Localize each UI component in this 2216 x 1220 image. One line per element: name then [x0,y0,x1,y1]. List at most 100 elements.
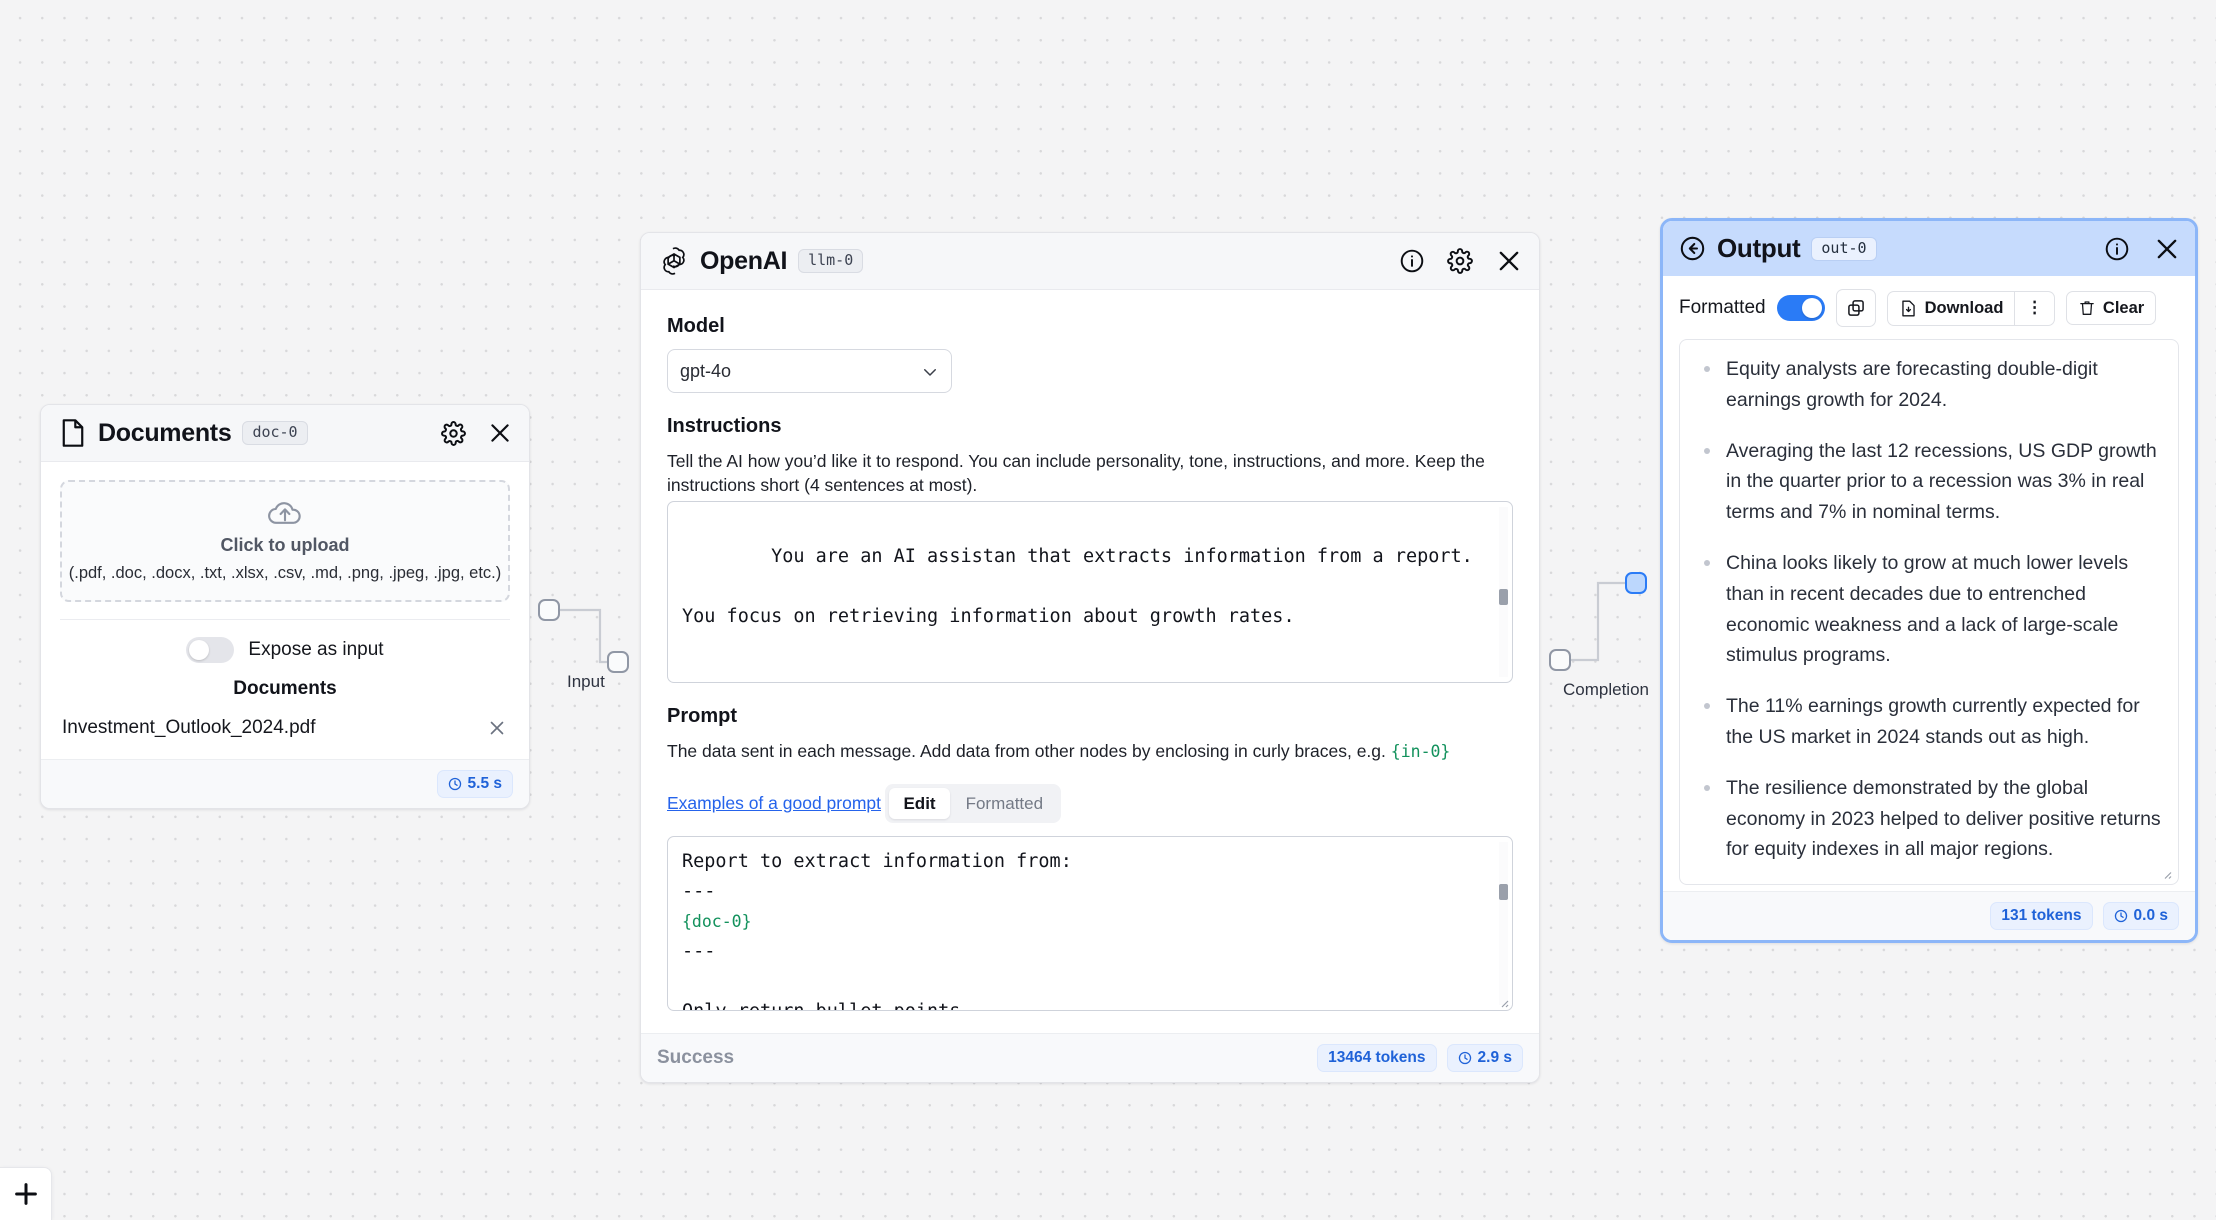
edge-label-input: Input [561,670,611,694]
gear-icon[interactable] [441,420,466,446]
clear-button[interactable]: Clear [2065,291,2157,325]
prompt-view-tabs[interactable]: Edit Formatted [885,784,1062,824]
handle-output-input[interactable] [1625,572,1647,594]
document-icon [59,418,87,448]
duration-value: 5.5 s [467,775,502,792]
documents-node-header[interactable]: Documents doc-0 [41,405,529,462]
clock-icon [448,777,462,791]
handle-openai-completion[interactable] [1549,649,1571,671]
prompt-help-token: {in-0} [1390,742,1451,762]
clock-icon [2114,909,2128,923]
more-options-button[interactable]: ⋮ [2015,290,2055,326]
tab-edit[interactable]: Edit [889,788,950,820]
documents-node[interactable]: Documents doc-0 Click to upload (.pdf, .… [40,404,530,809]
tokens-badge: 131 tokens [1990,902,2093,930]
download-button[interactable]: Download [1886,290,2016,326]
download-button-group[interactable]: Download ⋮ [1886,290,2055,326]
output-content-box[interactable]: Equity analysts are forecasting double-d… [1679,339,2179,885]
list-item[interactable]: Investment_Outlook_2024.pdf [60,704,510,759]
instructions-help: Tell the AI how you’d like it to respond… [667,451,1485,496]
instructions-scrollbar[interactable] [1499,507,1508,678]
file-name: Investment_Outlook_2024.pdf [62,717,316,738]
toggle-knob [189,640,210,660]
copy-button[interactable] [1835,289,1876,327]
handle-documents-output[interactable] [538,599,560,621]
prompt-label: Prompt [667,705,737,728]
documents-list-heading: Documents [233,678,337,699]
instructions-value: You are an AI assistan that extracts inf… [682,546,1473,628]
prompt-help-text: The data sent in each message. Add data … [667,741,1391,762]
output-node-tag: out-0 [1811,236,1877,261]
list-item: The resilience demonstrated by the globa… [1686,773,2168,884]
cloud-upload-icon [266,499,304,529]
status-text: Success [657,1046,735,1068]
back-arrow-icon[interactable] [1679,235,1706,262]
upload-dropzone[interactable]: Click to upload (.pdf, .doc, .docx, .txt… [60,480,510,602]
chevron-down-icon [921,363,939,381]
duration-badge: 0.0 s [2102,902,2179,930]
openai-node-title: OpenAI [700,246,788,275]
prompt-line-2: --- [682,881,716,903]
duration-value: 0.0 s [2133,907,2168,924]
prompt-line-6: Only return bullet points. [682,1001,972,1010]
info-icon[interactable] [2104,236,2130,262]
expose-as-input-toggle[interactable] [186,637,235,663]
openai-logo-icon [659,246,689,276]
remove-file-icon[interactable] [486,717,508,739]
edge-label-completion: Completion [1557,678,1655,702]
output-node-title: Output [1717,233,1801,263]
prompt-help: The data sent in each message. Add data … [667,739,1513,764]
canvas-toolbar[interactable] [0,1167,52,1220]
formatted-toggle[interactable] [1776,295,1825,321]
documents-node-tag: doc-0 [242,421,308,445]
resize-handle-icon[interactable] [2160,867,2172,879]
prompt-scrollbar[interactable] [1499,842,1508,1006]
duration-badge: 2.9 s [1446,1044,1523,1072]
upload-dropzone-hint: (.pdf, .doc, .docx, .txt, .xlsx, .csv, .… [68,564,502,582]
output-bullet-list: Equity analysts are forecasting double-d… [1686,354,2168,884]
formatted-label: Formatted [1679,297,1766,318]
close-icon[interactable] [2153,235,2181,263]
prompt-input[interactable]: Report to extract information from: --- … [667,836,1513,1012]
expose-as-input-row[interactable]: Expose as input [60,620,510,666]
documents-node-footer: 5.5 s [41,759,529,808]
expose-as-input-label: Expose as input [248,639,384,660]
output-node-header[interactable]: Output out-0 [1663,221,2195,276]
resize-handle-icon[interactable] [1497,996,1509,1008]
output-toolbar[interactable]: Formatted Download ⋮ Clear [1663,276,2195,339]
instructions-input[interactable]: You are an AI assistan that extracts inf… [667,501,1513,684]
instructions-label: Instructions [667,415,782,437]
workflow-canvas[interactable]: Input Completion Documents doc-0 Click t… [0,0,2216,1220]
prompt-token: {doc-0} [682,911,752,931]
close-icon[interactable] [1495,247,1523,275]
handle-openai-input[interactable] [607,651,629,673]
clock-icon [1458,1051,1472,1065]
openai-node[interactable]: OpenAI llm-0 Model gpt-4o Instructions T… [640,232,1540,1083]
gear-icon[interactable] [1447,248,1473,274]
openai-node-tag: llm-0 [798,249,864,273]
clear-label: Clear [2102,298,2145,317]
output-node[interactable]: Output out-0 Formatted Download ⋮ Clear … [1660,218,2198,943]
add-node-button[interactable] [0,1168,52,1220]
toggle-knob [1801,298,1822,318]
duration-badge: 5.5 s [436,770,513,798]
info-icon[interactable] [1399,248,1425,274]
prompt-examples-link[interactable]: Examples of a good prompt [667,793,881,814]
model-select-value: gpt-4o [680,360,732,381]
model-label: Model [667,315,725,337]
documents-node-title: Documents [98,418,232,447]
openai-node-header[interactable]: OpenAI llm-0 [641,233,1539,290]
list-item: China looks likely to grow at much lower… [1686,548,2168,691]
trash-icon [2078,299,2096,317]
prompt-line-4: --- [682,940,716,962]
download-file-icon [1899,299,1918,318]
openai-node-footer: Success 13464 tokens 2.9 s [641,1033,1539,1082]
scrollbar-thumb[interactable] [1499,588,1508,605]
model-select[interactable]: gpt-4o [667,349,952,393]
tokens-badge: 13464 tokens [1317,1044,1437,1072]
copy-icon [1846,298,1866,318]
close-icon[interactable] [487,420,513,446]
tab-formatted[interactable]: Formatted [952,788,1057,819]
upload-dropzone-label: Click to upload [220,535,350,555]
scrollbar-thumb[interactable] [1499,884,1508,901]
